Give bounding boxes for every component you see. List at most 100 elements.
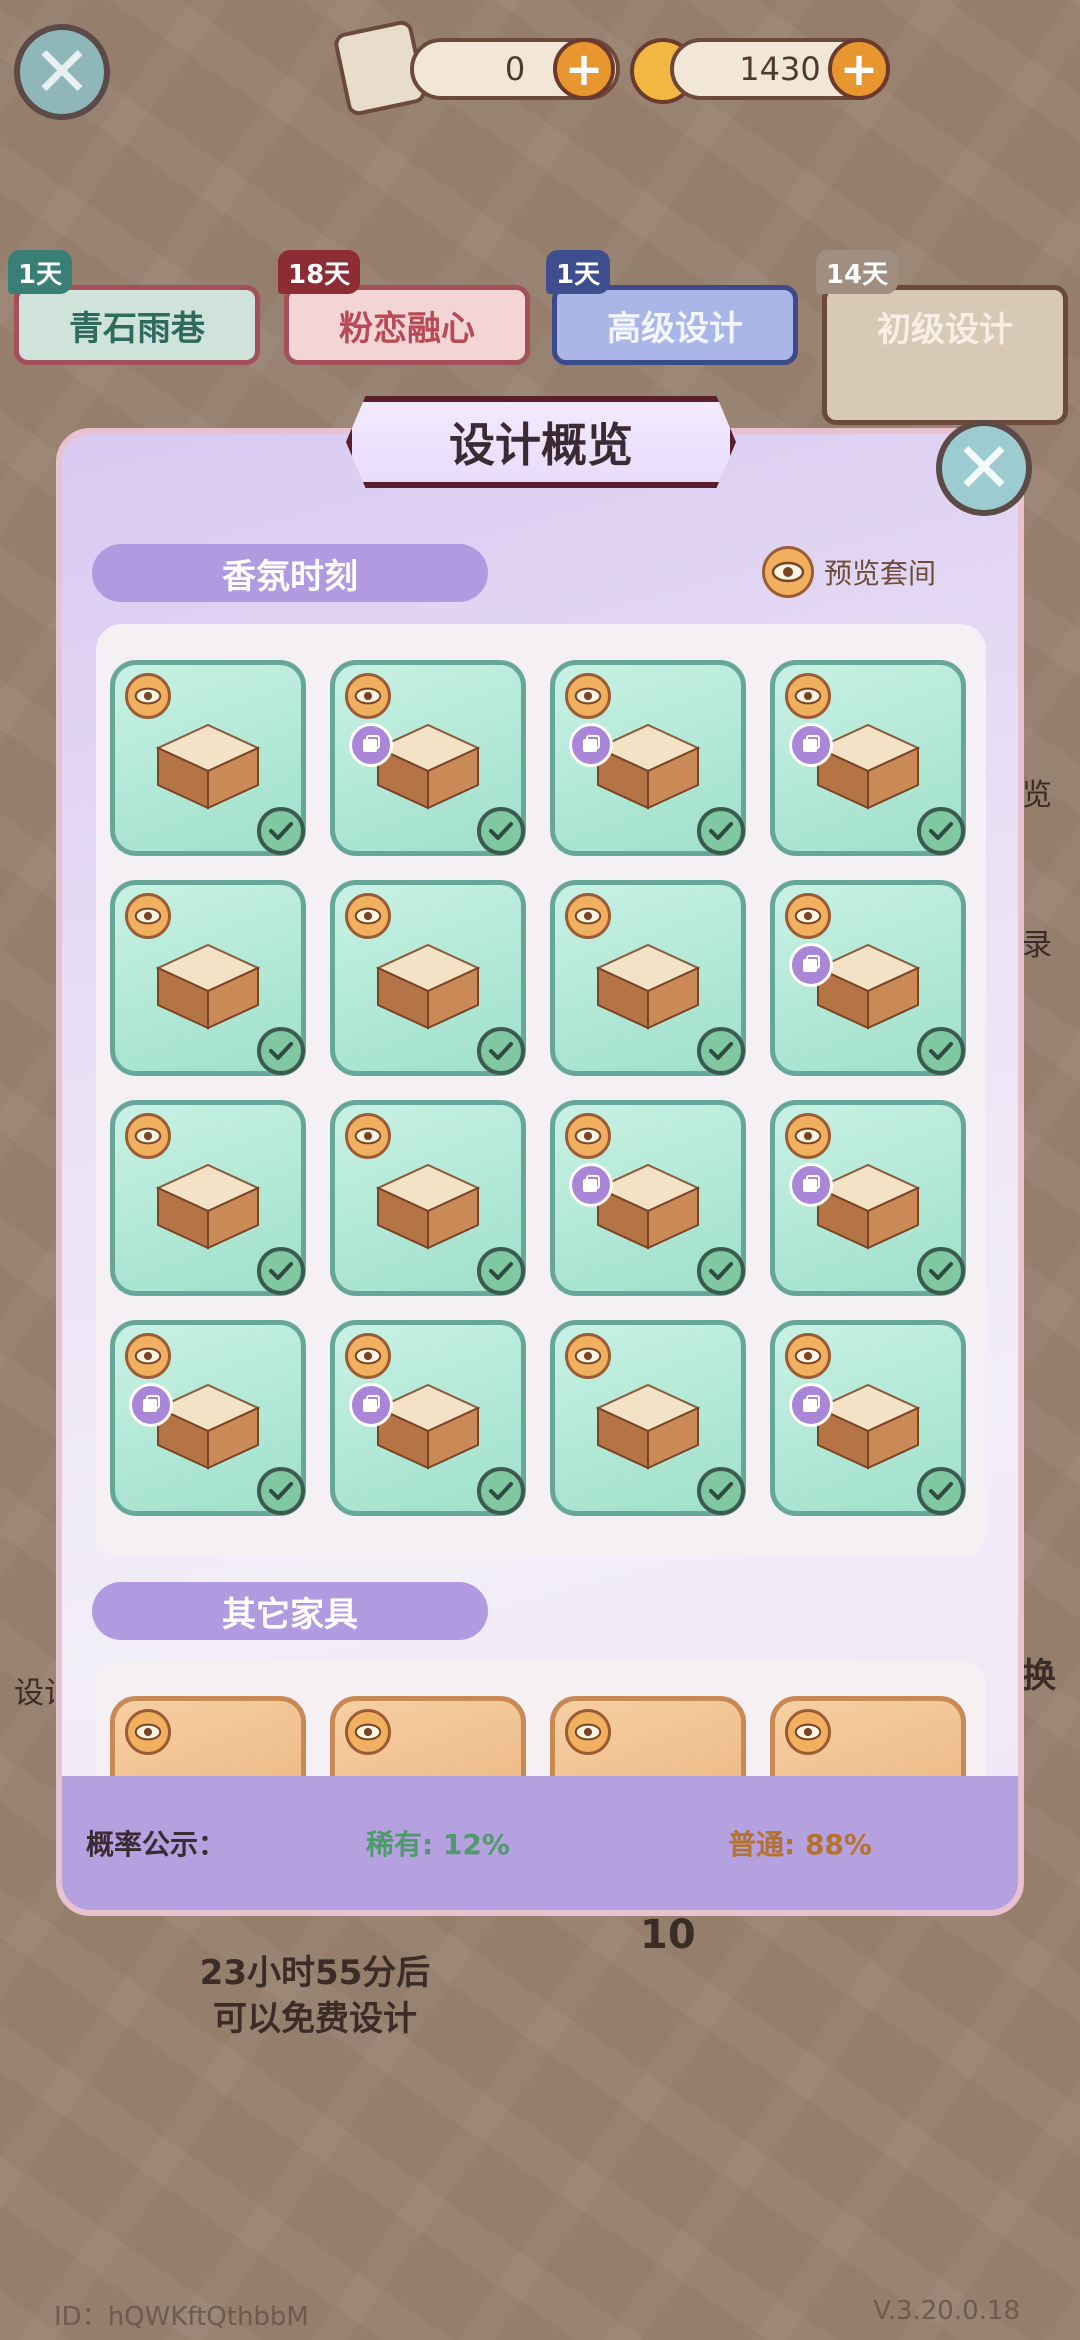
eye-icon <box>785 893 831 939</box>
check-icon <box>697 807 745 855</box>
item-grid <box>96 624 986 1558</box>
modal-title: 设计概览 <box>346 396 736 488</box>
furniture-image <box>148 933 268 1037</box>
item-cell-tall-shelf[interactable] <box>110 1100 306 1296</box>
item-cell-counter[interactable] <box>110 880 306 1076</box>
add-coin-button[interactable]: + <box>828 38 890 100</box>
check-icon <box>257 1467 305 1515</box>
tab-label: 初级设计 <box>877 310 1013 350</box>
eye-icon <box>565 1709 611 1755</box>
check-icon <box>257 1027 305 1075</box>
modal-close-button[interactable]: ✕ <box>936 420 1032 516</box>
furniture-image <box>148 1153 268 1257</box>
tab-basic[interactable]: 初级设计 <box>822 285 1068 425</box>
item-cell-glass-cabinet[interactable] <box>110 1320 306 1516</box>
eye-icon <box>565 1333 611 1379</box>
tab-badge: 14天 <box>816 250 899 294</box>
common-rate: 普通: 88% <box>728 1828 872 1861</box>
eye-icon <box>762 546 814 598</box>
tab-label: 高级设计 <box>607 308 743 349</box>
tab-badge: 1天 <box>8 250 73 294</box>
set-tag-icon <box>789 943 833 987</box>
set-tag-icon <box>349 723 393 767</box>
eye-icon <box>565 673 611 719</box>
eye-icon <box>785 1113 831 1159</box>
free-design-timer: 23小时55分后 可以免费设计 <box>150 1950 480 2042</box>
left-text-design: 设计 <box>14 1676 54 1711</box>
furniture-image <box>368 1153 488 1257</box>
check-icon <box>917 1467 965 1515</box>
top-close-button[interactable]: ✕ <box>14 24 110 120</box>
tab-badge: 18天 <box>278 250 361 294</box>
furniture-image <box>148 713 268 817</box>
eye-icon <box>345 673 391 719</box>
item-cell-bathtub[interactable] <box>770 660 966 856</box>
item-cell-partition[interactable] <box>550 880 746 1076</box>
check-icon <box>477 1247 525 1295</box>
set-tag-icon <box>789 1383 833 1427</box>
set-tag-icon <box>129 1383 173 1427</box>
furniture-image <box>588 1373 708 1477</box>
check-icon <box>917 1027 965 1075</box>
check-icon <box>477 1467 525 1515</box>
version-label: V.3.20.0.18 <box>873 2296 1020 2326</box>
tab-label: 粉恋融心 <box>339 308 475 349</box>
scroll-count: 0 <box>504 50 526 88</box>
eye-icon <box>565 1113 611 1159</box>
set-tag-icon <box>569 1163 613 1207</box>
probability-label: 概率公示： <box>86 1828 227 1861</box>
item-cell-blinds[interactable] <box>330 1320 526 1516</box>
check-icon <box>917 807 965 855</box>
item-cell-floor-tile[interactable] <box>110 660 306 856</box>
item-cell-wall-hook[interactable] <box>330 1100 526 1296</box>
tab-badge: 1天 <box>546 250 611 294</box>
check-icon <box>477 1027 525 1075</box>
eye-icon <box>345 1709 391 1755</box>
eye-icon <box>785 1333 831 1379</box>
preview-suite-button[interactable]: 预览套间 <box>762 546 936 598</box>
check-icon <box>477 807 525 855</box>
check-icon <box>257 1247 305 1295</box>
furniture-image <box>588 933 708 1037</box>
check-icon <box>697 1247 745 1295</box>
side-text-switch: 换 <box>1022 1656 1056 1696</box>
section-header-other: 其它家具 <box>92 1582 488 1640</box>
player-id: ID：hQWKftQthbbM <box>54 2302 309 2332</box>
side-text-record: 录 <box>1022 928 1052 963</box>
side-text-preview: 览 <box>1022 778 1052 813</box>
eye-icon <box>345 893 391 939</box>
item-cell-sink-vanity[interactable] <box>550 660 746 856</box>
tab-fenlian[interactable]: 粉恋融心 <box>284 285 530 365</box>
check-icon <box>697 1467 745 1515</box>
set-tag-icon <box>349 1383 393 1427</box>
timer-line-1: 23小时55分后 <box>199 1953 431 1993</box>
eye-icon <box>785 673 831 719</box>
item-cell-shower[interactable] <box>770 1320 966 1516</box>
item-cell-washer[interactable] <box>550 1100 746 1296</box>
eye-icon <box>565 893 611 939</box>
item-cell-mirror[interactable] <box>770 1100 966 1296</box>
check-icon <box>697 1027 745 1075</box>
tab-qingshi[interactable]: 青石雨巷 <box>14 285 260 365</box>
check-icon <box>917 1247 965 1295</box>
rare-rate: 稀有: 12% <box>366 1828 510 1861</box>
tab-advanced[interactable]: 高级设计 <box>552 285 798 365</box>
eye-icon <box>125 1333 171 1379</box>
coin-count: 1430 <box>739 50 821 88</box>
timer-line-2: 可以免费设计 <box>213 1999 417 2039</box>
set-tag-icon <box>789 723 833 767</box>
tab-label: 青石雨巷 <box>69 308 205 349</box>
add-scroll-button[interactable]: + <box>553 38 615 100</box>
set-tag-icon <box>789 1163 833 1207</box>
eye-icon <box>785 1709 831 1755</box>
ten-label: 10 <box>640 1912 696 1958</box>
item-cell-shelf[interactable] <box>330 880 526 1076</box>
eye-icon <box>125 1709 171 1755</box>
probability-bar: 概率公示： 稀有: 12% 普通: 88% <box>62 1776 1018 1910</box>
item-cell-toilet[interactable] <box>770 880 966 1076</box>
item-cell-cabinet[interactable] <box>330 660 526 856</box>
set-tag-icon <box>569 723 613 767</box>
preview-suite-label: 预览套间 <box>824 557 937 590</box>
item-cell-storage-rack[interactable] <box>550 1320 746 1516</box>
eye-icon <box>125 893 171 939</box>
